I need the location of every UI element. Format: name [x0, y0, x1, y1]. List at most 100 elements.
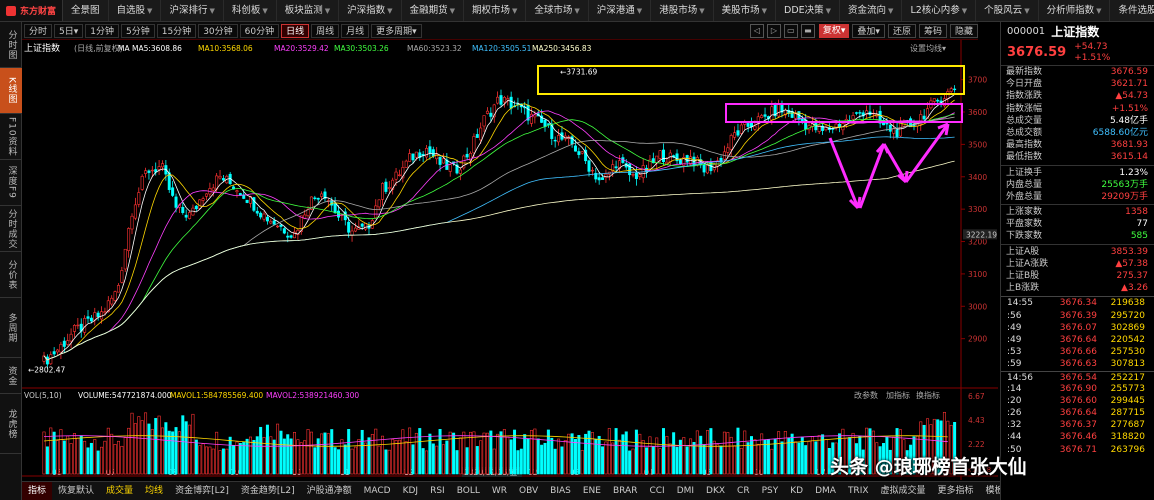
- overlay-button[interactable]: 叠加▾: [852, 23, 885, 38]
- side-tab-0[interactable]: 分时图: [0, 22, 22, 68]
- indicator-tab-5[interactable]: 资金趋势[L2]: [235, 482, 301, 500]
- period-3[interactable]: 5分钟: [121, 23, 155, 38]
- period-2[interactable]: 1分钟: [85, 23, 119, 38]
- side-tab-4[interactable]: 分时成交: [0, 206, 22, 252]
- nav-item-15[interactable]: 个股风云 ▼: [976, 0, 1039, 21]
- adjust-button[interactable]: 复权▾: [818, 23, 850, 38]
- period-6[interactable]: 60分钟: [239, 23, 280, 38]
- indicator-tab-26[interactable]: 模板: [980, 482, 1002, 500]
- nav-item-12[interactable]: DDE决策 ▼: [776, 0, 841, 21]
- indicator-tab-6[interactable]: 沪股通净额: [301, 482, 358, 500]
- nav-item-9[interactable]: 沪深港通 ▼: [589, 0, 652, 21]
- indicator-tab-22[interactable]: DMA: [809, 482, 842, 500]
- indicator-tab-1[interactable]: 恢复默认: [52, 482, 100, 500]
- indicator-tab-20[interactable]: PSY: [756, 482, 785, 500]
- nav-item-13[interactable]: 资金流向 ▼: [840, 0, 903, 21]
- indicator-tab-13[interactable]: BIAS: [544, 482, 577, 500]
- volume-bar: [140, 420, 144, 475]
- nav-item-10[interactable]: 港股市场 ▼: [651, 0, 714, 21]
- side-tab-6[interactable]: 多周期: [0, 298, 22, 358]
- side-tab-3[interactable]: 深度F9: [0, 160, 22, 206]
- side-tab-7[interactable]: 资金: [0, 358, 22, 394]
- volume-bar: [827, 448, 831, 475]
- nav-item-5[interactable]: 沪深指数 ▼: [339, 0, 402, 21]
- hide-button[interactable]: 隐藏: [949, 23, 978, 38]
- indicator-tab-24[interactable]: 虚拟成交量: [875, 482, 932, 500]
- candle-body: [59, 343, 63, 353]
- volume-bar: [221, 448, 225, 475]
- indicator-tab-11[interactable]: WR: [486, 482, 513, 500]
- indicator-tab-0[interactable]: 指标: [22, 482, 53, 500]
- side-tab-8[interactable]: 龙虎榜: [0, 394, 22, 454]
- period-8[interactable]: 周线: [311, 23, 340, 38]
- candle-body: [49, 354, 53, 365]
- volume-label: VOLUME:547721874.000: [78, 391, 172, 400]
- indicator-tab-17[interactable]: DMI: [671, 482, 700, 500]
- indicator-tab-3[interactable]: 均线: [139, 482, 169, 500]
- candle-body: [858, 112, 862, 114]
- side-tab-1[interactable]: K线图: [0, 68, 22, 114]
- candle-body: [949, 88, 953, 92]
- nav-item-0[interactable]: 全景图: [63, 0, 109, 21]
- toolbar-icon-0[interactable]: ◁: [749, 23, 764, 38]
- period-5[interactable]: 30分钟: [198, 23, 238, 38]
- volume-bar: [831, 442, 835, 475]
- period-0[interactable]: 分时: [24, 23, 53, 38]
- nav-item-6[interactable]: 金融期货 ▼: [402, 0, 464, 21]
- indicator-tab-9[interactable]: RSI: [424, 482, 451, 500]
- period-10[interactable]: 更多周期▾: [371, 23, 422, 38]
- indicator-tab-16[interactable]: CCI: [643, 482, 670, 500]
- period-7[interactable]: 日线: [281, 23, 310, 38]
- period-1[interactable]: 5日▾: [54, 23, 84, 38]
- volume-button-0[interactable]: 改参数: [854, 390, 878, 400]
- toolbar-icon-3[interactable]: ▬: [800, 23, 815, 38]
- nav-item-11[interactable]: 美股市场 ▼: [714, 0, 776, 21]
- nav-item-7[interactable]: 期权市场 ▼: [464, 0, 527, 21]
- volume-bar: [455, 450, 459, 475]
- kline-chart[interactable]: 上证指数 (日线,前复权)MA MA5:3608.86 MA10:3568.06 MA2…: [22, 40, 998, 480]
- indicator-tab-8[interactable]: KDJ: [397, 482, 425, 500]
- restore-button[interactable]: 还原: [887, 23, 916, 38]
- indicator-tab-25[interactable]: 更多指标: [932, 482, 980, 500]
- nav-item-16[interactable]: 分析师指数 ▼: [1039, 0, 1111, 21]
- nav-item-17[interactable]: 条件选股▼: [1110, 0, 1154, 21]
- indicator-tab-2[interactable]: 成交量: [100, 482, 139, 500]
- indicator-tab-4[interactable]: 资金博弈[L2]: [169, 482, 235, 500]
- period-9[interactable]: 月线: [341, 23, 370, 38]
- indicator-tab-14[interactable]: ENE: [577, 482, 607, 500]
- quote-key: 上证B股: [1006, 271, 1040, 281]
- settings-ma-button[interactable]: 设置均线▾: [910, 43, 946, 53]
- candle-body: [888, 124, 892, 132]
- indicator-tab-7[interactable]: MACD: [358, 482, 397, 500]
- nav-item-3[interactable]: 科创板 ▼: [224, 0, 277, 21]
- quote-value: ▲54.73: [1115, 91, 1148, 102]
- nav-item-1[interactable]: 自选股 ▼: [109, 0, 162, 21]
- candle-body: [411, 153, 415, 161]
- indicator-tab-23[interactable]: TRIX: [842, 482, 875, 500]
- side-tab-5[interactable]: 分价表: [0, 252, 22, 298]
- logo-icon: [6, 5, 16, 16]
- indicator-tab-15[interactable]: BRAR: [607, 482, 643, 500]
- nav-item-4[interactable]: 板块监测 ▼: [277, 0, 340, 21]
- volume-bar: [330, 429, 334, 475]
- toolbar-icon-2[interactable]: ▭: [783, 23, 798, 38]
- nav-item-2[interactable]: 沪深排行 ▼: [161, 0, 224, 21]
- tick-list[interactable]: 14:55 3676.34 219638:56 3676.39 295720:49 367…: [1001, 296, 1154, 455]
- indicator-tab-21[interactable]: KD: [784, 482, 809, 500]
- indicator-tab-10[interactable]: BOLL: [451, 482, 486, 500]
- period-4[interactable]: 15分钟: [156, 23, 197, 38]
- nav-item-8[interactable]: 全球市场 ▼: [526, 0, 589, 21]
- nav-item-14[interactable]: L2核心内参 ▼: [902, 0, 977, 21]
- indicator-tab-19[interactable]: CR: [731, 482, 756, 500]
- quote-row: 上B涨跌 ▲3.26: [1001, 282, 1154, 294]
- volume-bar: [198, 445, 202, 475]
- side-tab-2[interactable]: F10资料: [0, 114, 22, 160]
- volume-button-2[interactable]: 换指标: [916, 390, 940, 400]
- volume-bar: [154, 418, 158, 475]
- indicator-tab-12[interactable]: OBV: [513, 482, 544, 500]
- indicator-tab-18[interactable]: DKX: [700, 482, 731, 500]
- volume-bar: [892, 436, 896, 475]
- volume-button-1[interactable]: 加指标: [886, 390, 910, 400]
- toolbar-icon-1[interactable]: ▷: [766, 23, 781, 38]
- chips-button[interactable]: 筹码: [918, 23, 947, 38]
